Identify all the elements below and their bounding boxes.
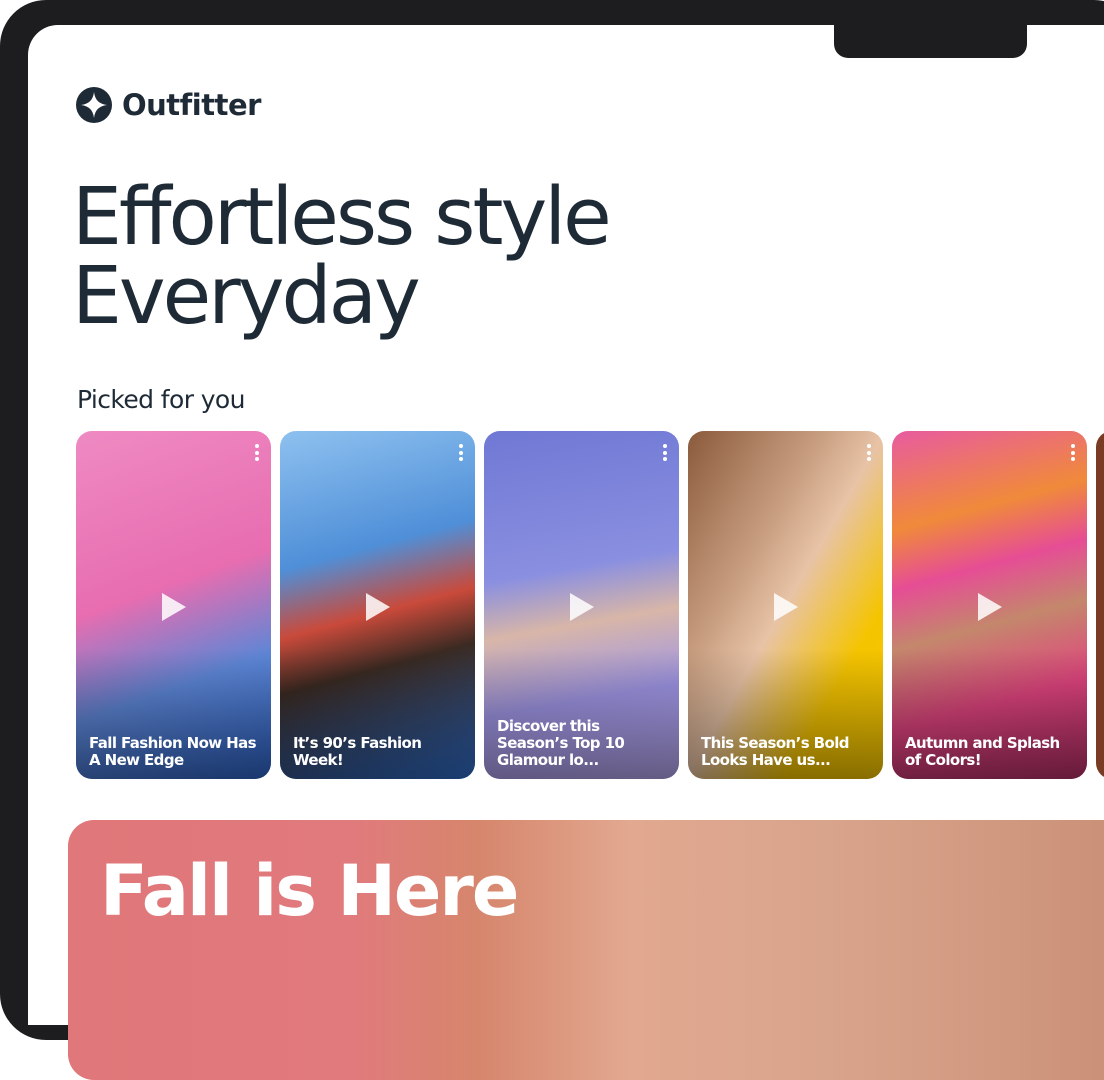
video-card-1[interactable]: Fall Fashion Now Has A New Edge: [76, 431, 271, 779]
picked-carousel[interactable]: Fall Fashion Now Has A New Edge It’s 90’…: [76, 431, 1104, 779]
play-icon[interactable]: [772, 591, 800, 623]
hero-line-1: Effortless style: [72, 171, 612, 263]
fall-banner[interactable]: Fall is Here: [68, 820, 1104, 1080]
picked-for-you-title: Picked for you: [77, 385, 245, 414]
video-caption: Autumn and Splash of Colors!: [905, 734, 1060, 769]
brand-logo[interactable]: Outfitter: [76, 84, 261, 126]
outfitter-logo-icon: [76, 87, 112, 123]
video-caption: Fall Fashion Now Has A New Edge: [89, 734, 257, 769]
video-caption: This Season’s Bold Looks Have us...: [701, 734, 849, 769]
camera-notch: [834, 0, 1027, 58]
video-caption: It’s 90’s Fashion Week!: [293, 734, 422, 769]
video-card-4[interactable]: This Season’s Bold Looks Have us...: [688, 431, 883, 779]
play-icon[interactable]: [160, 591, 188, 623]
more-options-icon[interactable]: [255, 444, 259, 461]
play-icon[interactable]: [568, 591, 596, 623]
more-options-icon[interactable]: [867, 444, 871, 461]
play-icon[interactable]: [364, 591, 392, 623]
more-options-icon[interactable]: [663, 444, 667, 461]
more-options-icon[interactable]: [1071, 444, 1075, 461]
video-card-2[interactable]: It’s 90’s Fashion Week!: [280, 431, 475, 779]
play-icon[interactable]: [976, 591, 1004, 623]
banner-title: Fall is Here: [100, 850, 519, 932]
brand-name: Outfitter: [122, 88, 261, 122]
more-options-icon[interactable]: [459, 444, 463, 461]
video-card-5[interactable]: Autumn and Splash of Colors!: [892, 431, 1087, 779]
video-caption: Discover this Season’s Top 10 Glamour lo…: [497, 717, 625, 769]
hero-line-2: Everyday: [72, 250, 421, 342]
video-card-6-partial[interactable]: [1096, 431, 1104, 779]
video-card-3[interactable]: Discover this Season’s Top 10 Glamour lo…: [484, 431, 679, 779]
hero-headline: Effortless style Everyday: [72, 171, 612, 342]
